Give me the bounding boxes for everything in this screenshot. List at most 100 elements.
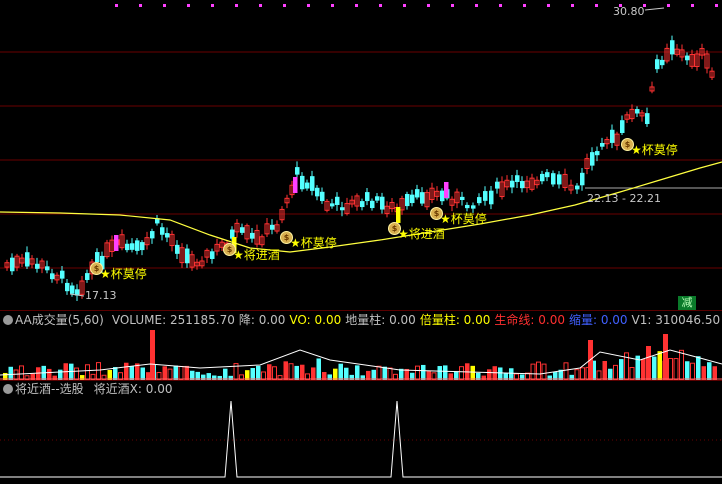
- candle-body: [477, 197, 482, 204]
- top-marker-dot: [259, 4, 262, 7]
- volume-bar: [250, 368, 255, 380]
- volume-indicator-5: 生命线: 0.00: [494, 313, 565, 327]
- volume-bar: [74, 367, 79, 380]
- volume-bar: [613, 364, 618, 380]
- candle-body: [70, 285, 75, 294]
- top-marker-dot: [691, 4, 694, 7]
- volume-bar: [673, 358, 679, 380]
- volume-bar: [701, 366, 706, 380]
- volume-bar: [178, 365, 184, 380]
- volume-panel-title[interactable]: AA成交量(5,60): [15, 313, 104, 327]
- top-marker-dot: [547, 4, 550, 7]
- volume-bar: [387, 367, 393, 380]
- candlestick-chart[interactable]: [0, 0, 722, 310]
- candle-body: [380, 196, 385, 210]
- volume-bar: [294, 365, 299, 380]
- volume-bar: [223, 368, 228, 380]
- volume-bar: [563, 362, 569, 380]
- volume-bar: [344, 367, 349, 380]
- gear-icon[interactable]: [3, 384, 13, 394]
- range-price-label: 22.13 - 22.21: [587, 192, 661, 205]
- top-marker-dot: [187, 4, 190, 7]
- candle-body: [483, 191, 488, 201]
- volume-bar: [541, 363, 547, 380]
- top-marker-dot: [163, 4, 166, 7]
- volume-bar: [498, 367, 503, 380]
- volume-bar: [184, 365, 189, 380]
- signal-indicator-0: 将近酒X: 0.00: [93, 382, 173, 396]
- volume-indicator-0: VOLUME: 251185.70: [111, 313, 235, 327]
- top-marker-dot: [283, 4, 286, 7]
- candle-body: [405, 193, 410, 207]
- volume-bar: [167, 368, 173, 380]
- volume-indicator-7: V1: 310046.50: [631, 313, 721, 327]
- volume-bar: [652, 356, 657, 380]
- top-marker-dot: [331, 4, 334, 7]
- signal-annotation: ★杯莫停: [631, 143, 678, 157]
- candle-body: [330, 203, 335, 207]
- candle-body: [660, 59, 665, 66]
- volume-bar: [470, 365, 475, 380]
- candle-body: [460, 196, 465, 201]
- volume-panel-header: AA成交量(5,60) VOLUME: 251185.70 降: 0.00 VO: 0…: [0, 313, 722, 328]
- volume-bar: [300, 364, 305, 380]
- volume-bar: [679, 349, 684, 380]
- volume-bar: [574, 369, 580, 380]
- volume-bar: [355, 365, 360, 380]
- volume-bar: [487, 369, 492, 380]
- highlight-candle: [396, 207, 401, 223]
- candle-body: [45, 266, 50, 271]
- candle-body: [10, 257, 15, 272]
- volume-bar: [580, 367, 585, 380]
- highlight-candle: [293, 177, 298, 193]
- volume-bar: [619, 359, 624, 380]
- highlight-candle: [444, 182, 449, 198]
- candle-body: [175, 244, 180, 254]
- candle-body: [365, 192, 370, 202]
- volume-bar: [382, 366, 387, 380]
- signal-annotation: ★杯莫停: [290, 236, 337, 250]
- candle-body: [160, 227, 165, 235]
- volume-bar: [602, 360, 607, 380]
- volume-indicator-2: VO: 0.00: [289, 313, 342, 327]
- signal-chart[interactable]: [0, 399, 722, 483]
- candle-body: [410, 194, 415, 204]
- volume-chart[interactable]: [0, 330, 722, 380]
- volume-indicator-4: 倍量柱: 0.00: [419, 313, 491, 327]
- volume-bar: [316, 358, 321, 380]
- top-marker-dot: [571, 4, 574, 7]
- top-marker-dot: [211, 4, 214, 7]
- volume-indicator-values: VOLUME: 251185.70 降: 0.00 VO: 0.00 地量柱: 0.0…: [108, 313, 722, 327]
- reduce-badge[interactable]: 减: [678, 296, 696, 310]
- highlight-candle: [114, 235, 119, 251]
- candle-body: [340, 207, 345, 211]
- candle-body: [515, 175, 520, 183]
- top-marker-dot: [139, 4, 142, 7]
- candle-body: [125, 243, 130, 251]
- volume-bar: [124, 362, 129, 380]
- volume-bar: [536, 361, 541, 380]
- candle-body: [580, 172, 585, 186]
- candle-body: [50, 273, 55, 280]
- top-marker-dot: [403, 4, 406, 7]
- candle-body: [465, 204, 470, 209]
- top-marker-dot: [667, 4, 670, 7]
- candle-body: [165, 233, 170, 238]
- candle-body: [575, 185, 580, 190]
- top-marker-dot: [379, 4, 382, 7]
- gear-icon[interactable]: [3, 315, 13, 325]
- candle-body: [140, 242, 145, 251]
- volume-bar: [459, 366, 464, 380]
- volume-bar: [629, 366, 635, 380]
- top-marker-dot: [307, 4, 310, 7]
- volume-bar: [657, 351, 662, 380]
- candle-body: [600, 142, 605, 147]
- top-marker-dot: [451, 4, 454, 7]
- candle-body: [620, 120, 625, 134]
- volume-bar: [443, 365, 448, 380]
- volume-bar: [608, 368, 613, 380]
- candle-body: [557, 174, 562, 185]
- signal-panel-title[interactable]: 将近酒--选股: [15, 382, 84, 396]
- volume-bar: [162, 366, 167, 380]
- candle-body: [305, 182, 310, 189]
